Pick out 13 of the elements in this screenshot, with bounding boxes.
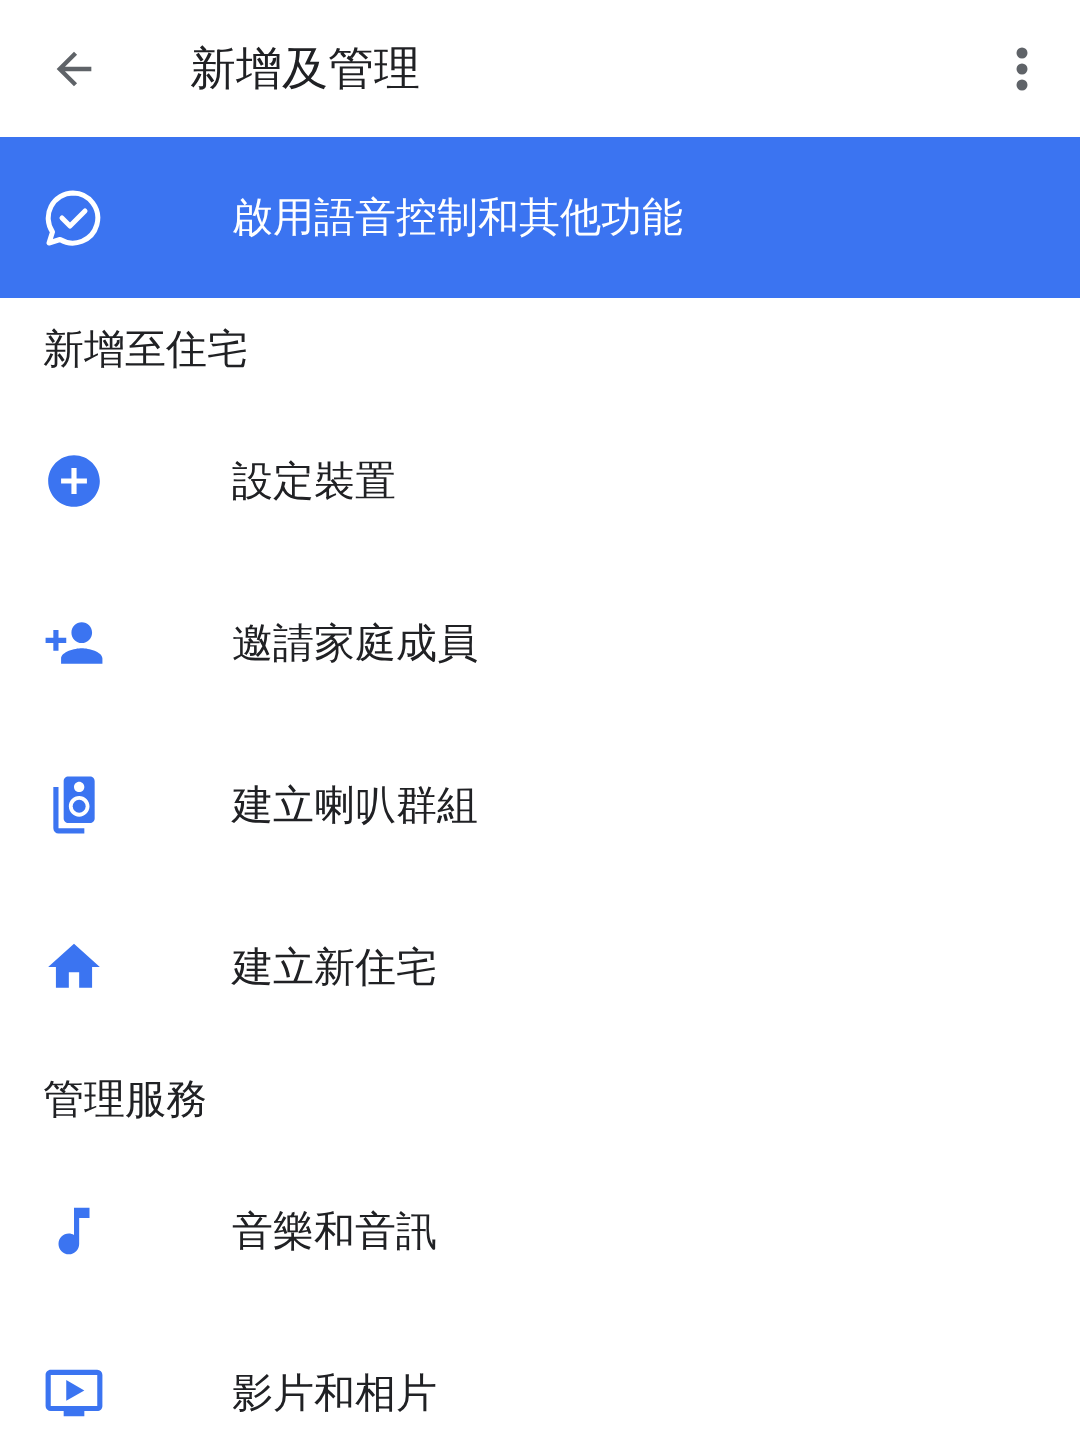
- more-vertical-icon: [1016, 46, 1028, 91]
- section-heading: 新增至住宅: [42, 323, 249, 375]
- more-options-button[interactable]: [1016, 46, 1028, 91]
- voice-control-banner[interactable]: 啟用語音控制和其他功能: [0, 137, 1080, 298]
- menu-item[interactable]: 設定裝置: [0, 400, 1080, 562]
- page-title: 新增及管理: [190, 39, 421, 97]
- menu-item[interactable]: 影片和相片: [0, 1312, 1080, 1433]
- menu-item[interactable]: 音樂和音訊: [0, 1150, 1080, 1312]
- menu-item[interactable]: 建立新住宅: [0, 886, 1080, 1048]
- menu-item[interactable]: 建立喇叭群組: [0, 724, 1080, 886]
- section-heading: 管理服務: [42, 1073, 208, 1125]
- menu-item[interactable]: 邀請家庭成員: [0, 562, 1080, 724]
- check-bubble-icon: [43, 188, 103, 247]
